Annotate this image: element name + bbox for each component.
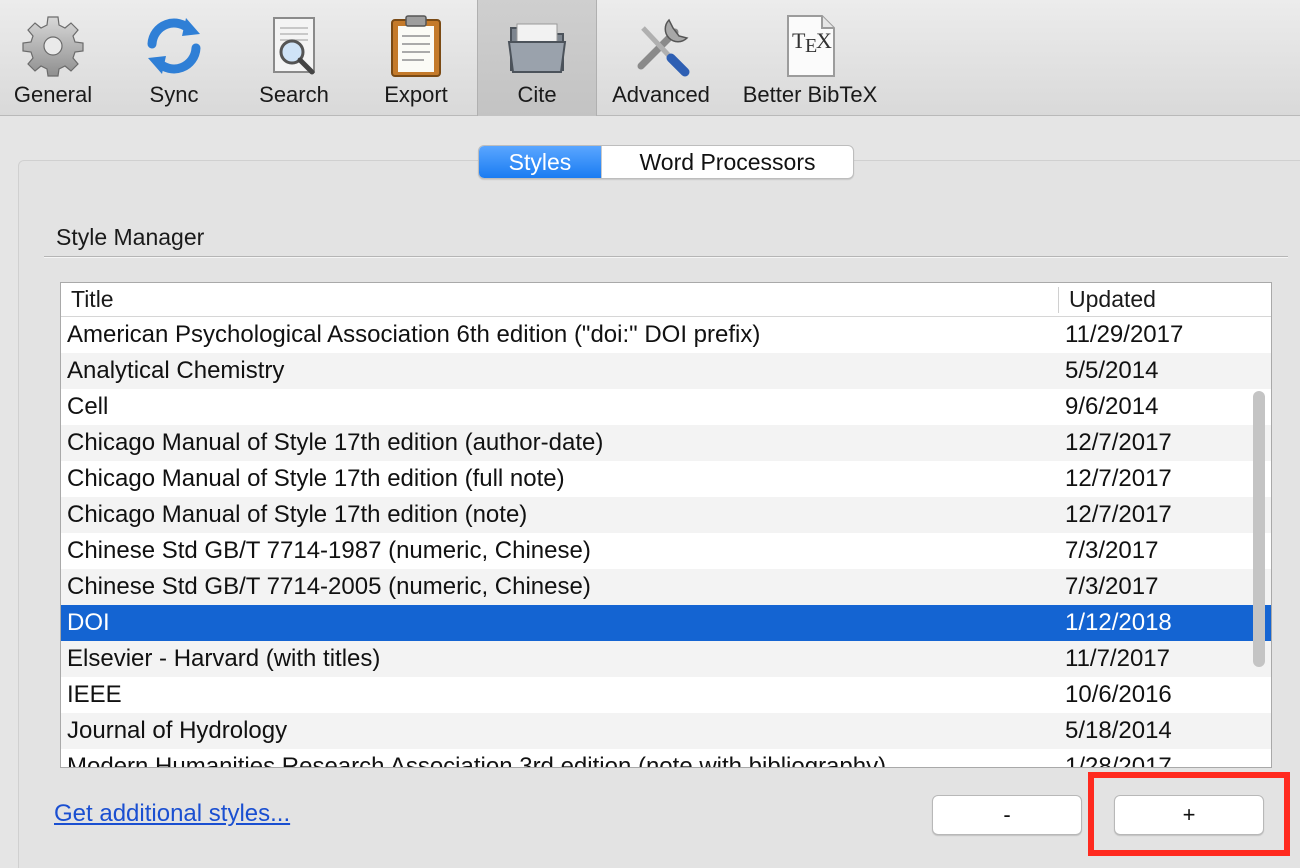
toolbar-label-sync: Sync <box>149 82 199 107</box>
column-header-title[interactable]: Title <box>71 286 114 313</box>
toolbar-label-cite: Cite <box>517 82 557 107</box>
toolbar-item-sync[interactable]: Sync <box>118 0 230 116</box>
cell-updated: 10/6/2016 <box>1065 681 1172 708</box>
cell-updated: 7/3/2017 <box>1065 537 1159 564</box>
table-row[interactable]: IEEE 10/6/2016 <box>61 677 1271 713</box>
toolbar-item-advanced[interactable]: Advanced <box>606 0 716 116</box>
cell-title: Modern Humanities Research Association 3… <box>67 753 887 768</box>
vertical-scrollbar[interactable] <box>1253 391 1265 667</box>
table-row[interactable]: Chicago Manual of Style 17th edition (no… <box>61 497 1271 533</box>
table-row[interactable]: Journal of Hydrology 5/18/2014 <box>61 713 1271 749</box>
cell-title: Journal of Hydrology <box>67 717 288 744</box>
table-row[interactable]: DOI 1/12/2018 <box>61 605 1271 641</box>
table-row[interactable]: Chicago Manual of Style 17th edition (fu… <box>61 461 1271 497</box>
toolbar-label-advanced: Advanced <box>612 82 710 107</box>
table-row[interactable]: Analytical Chemistry 5/5/2014 <box>61 353 1271 389</box>
cell-updated: 12/7/2017 <box>1065 465 1172 492</box>
cell-title: Chicago Manual of Style 17th edition (no… <box>67 501 528 528</box>
table-row[interactable]: Chinese Std GB/T 7714-1987 (numeric, Chi… <box>61 533 1271 569</box>
tab-styles[interactable]: Styles <box>479 146 601 178</box>
toolbar-item-general[interactable]: General <box>0 0 106 116</box>
column-header-updated[interactable]: Updated <box>1069 286 1156 313</box>
table-row[interactable]: Modern Humanities Research Association 3… <box>61 749 1271 768</box>
folder-icon <box>507 23 567 73</box>
toolbar-label-better-bibtex: Better BibTeX <box>742 82 878 107</box>
cell-title: Analytical Chemistry <box>67 357 285 384</box>
table-row[interactable]: Cell 9/6/2014 <box>61 389 1271 425</box>
table-row[interactable]: Chicago Manual of Style 17th edition (au… <box>61 425 1271 461</box>
toolbar-item-cite[interactable]: Cite <box>477 0 597 116</box>
cell-updated: 12/7/2017 <box>1065 429 1172 456</box>
highlight-box <box>1088 772 1290 856</box>
section-divider <box>44 256 1288 258</box>
toolbar-item-export[interactable]: Export <box>362 0 470 116</box>
cell-updated: 5/5/2014 <box>1065 357 1159 384</box>
svg-text:X: X <box>816 28 832 53</box>
tab-word-processors[interactable]: Word Processors <box>601 146 853 178</box>
cite-tab-control: Styles Word Processors <box>478 145 854 179</box>
toolbar-label-general: General <box>13 82 93 107</box>
tex-document-icon: T E X <box>787 15 835 77</box>
table-body: American Psychological Association 6th e… <box>61 317 1271 768</box>
toolbar-label-search: Search <box>259 82 329 107</box>
styles-table[interactable]: Title Updated American Psychological Ass… <box>60 282 1272 768</box>
gear-icon <box>22 16 84 77</box>
toolbar-item-better-bibtex[interactable]: T E X Better BibTeX <box>730 0 890 116</box>
table-header: Title Updated <box>61 283 1271 317</box>
cell-updated: 7/3/2017 <box>1065 573 1159 600</box>
cell-title: DOI <box>67 609 110 636</box>
get-additional-styles-link[interactable]: Get additional styles... <box>54 800 290 828</box>
cell-updated: 9/6/2014 <box>1065 393 1159 420</box>
cell-updated: 11/29/2017 <box>1065 321 1184 348</box>
cell-title: Elsevier - Harvard (with titles) <box>67 645 381 672</box>
table-row[interactable]: American Psychological Association 6th e… <box>61 317 1271 353</box>
cell-title: Cell <box>67 393 109 420</box>
cell-updated: 11/7/2017 <box>1065 645 1170 672</box>
section-title: Style Manager <box>56 224 205 250</box>
svg-text:T: T <box>792 28 806 53</box>
cell-title: IEEE <box>67 681 122 708</box>
cell-updated: 1/28/2017 <box>1065 753 1172 768</box>
cell-updated: 5/18/2014 <box>1065 717 1172 744</box>
tools-icon <box>637 18 690 77</box>
toolbar-item-search[interactable]: Search <box>240 0 348 116</box>
cell-title: Chicago Manual of Style 17th edition (fu… <box>67 465 565 492</box>
cell-title: Chinese Std GB/T 7714-1987 (numeric, Chi… <box>67 537 591 564</box>
column-divider[interactable] <box>1058 287 1059 313</box>
cell-title: American Psychological Association 6th e… <box>67 321 761 348</box>
remove-style-button[interactable]: - <box>932 795 1082 835</box>
table-row[interactable]: Elsevier - Harvard (with titles) 11/7/201… <box>61 641 1271 677</box>
search-icon <box>273 17 315 75</box>
table-row[interactable]: Chinese Std GB/T 7714-2005 (numeric, Chi… <box>61 569 1271 605</box>
cell-title: Chinese Std GB/T 7714-2005 (numeric, Chi… <box>67 573 591 600</box>
cell-title: Chicago Manual of Style 17th edition (au… <box>67 429 604 456</box>
sync-icon <box>147 18 201 74</box>
toolbar-label-export: Export <box>384 82 448 107</box>
clipboard-icon <box>391 15 441 77</box>
cell-updated: 1/12/2018 <box>1065 609 1172 636</box>
cell-updated: 12/7/2017 <box>1065 501 1172 528</box>
preferences-toolbar: General Sync Search Export Cite Advanced… <box>0 0 1300 116</box>
